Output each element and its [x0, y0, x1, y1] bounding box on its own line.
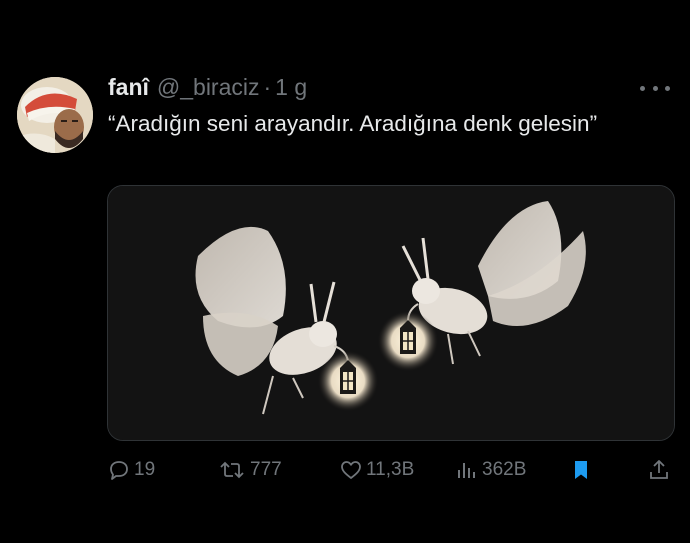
- tweet-text: “Aradığın seni arayandır. Aradığına denk…: [108, 111, 598, 136]
- reply-count: 19: [134, 459, 156, 480]
- more-dots-icon[interactable]: [640, 78, 670, 98]
- tweet-media[interactable]: [107, 185, 675, 441]
- reply-icon: [110, 461, 128, 480]
- avatar-image: [17, 77, 93, 153]
- views-chart-icon: [458, 463, 475, 478]
- bookmark-button[interactable]: [569, 452, 596, 488]
- views-button[interactable]: 362B: [455, 452, 526, 488]
- heart-icon: [341, 461, 361, 479]
- like-button[interactable]: 11,3B: [339, 452, 414, 488]
- moths-lantern-illustration: [108, 186, 674, 440]
- retweet-icon: [220, 461, 244, 479]
- reply-button[interactable]: 19: [107, 452, 155, 488]
- author-name[interactable]: fanî: [108, 74, 149, 101]
- share-icon: [650, 460, 668, 479]
- retweet-button[interactable]: 777: [217, 452, 282, 488]
- retweet-count: 777: [250, 459, 282, 480]
- tweet-header: fanî @_biraciz · 1 g: [108, 74, 307, 106]
- bookmark-icon: [575, 461, 587, 479]
- tweet-time[interactable]: 1 g: [275, 74, 307, 101]
- author-handle[interactable]: @_biraciz: [157, 74, 260, 101]
- views-count: 362B: [482, 459, 527, 480]
- avatar[interactable]: [17, 77, 93, 153]
- separator-dot: ·: [263, 74, 272, 100]
- tweet-actions: 19 777 11,3B 362B: [107, 452, 673, 488]
- share-button[interactable]: [647, 452, 674, 488]
- like-count: 11,3B: [366, 459, 415, 480]
